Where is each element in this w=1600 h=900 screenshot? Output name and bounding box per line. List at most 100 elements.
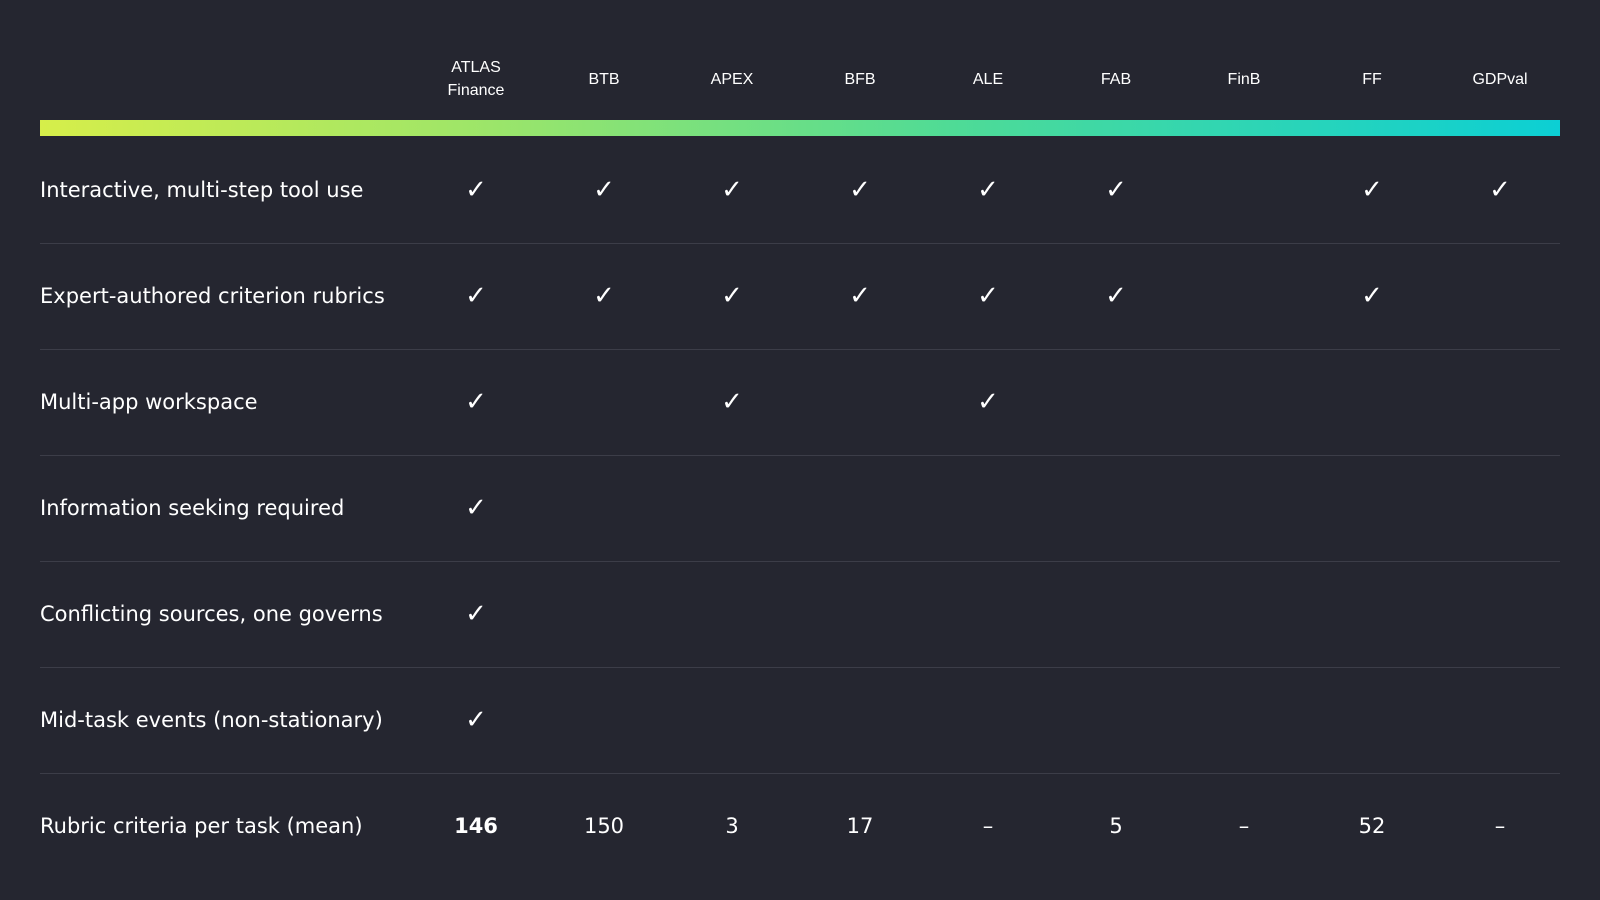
table-cell xyxy=(796,349,924,455)
checkmark-icon: ✓ xyxy=(977,281,999,311)
checkmark-icon: ✓ xyxy=(977,387,999,417)
table-cell xyxy=(1308,455,1436,561)
table-row: Mid-task events (non-stationary) ✓ xyxy=(40,667,1560,774)
table-cell xyxy=(1308,349,1436,455)
table-cell: ✓ xyxy=(1308,137,1436,243)
table-cell: ✓ xyxy=(412,349,540,455)
checkmark-icon: ✓ xyxy=(977,175,999,205)
table-row: Expert-authored criterion rubrics ✓ ✓ ✓ ✓ ✓ ✓ ✓ xyxy=(40,243,1560,350)
table-cell xyxy=(1436,349,1564,455)
checkmark-icon: ✓ xyxy=(465,281,487,311)
table-cell: ✓ xyxy=(1052,137,1180,243)
table-cell xyxy=(796,455,924,561)
table-cell xyxy=(1436,667,1564,773)
table-cell xyxy=(1052,455,1180,561)
table-cell xyxy=(1180,455,1308,561)
row-label: Interactive, multi-step tool use xyxy=(40,178,364,202)
table-cell xyxy=(540,349,668,455)
checkmark-icon: ✓ xyxy=(465,705,487,735)
table-row: Multi-app workspace ✓ ✓ ✓ xyxy=(40,349,1560,456)
checkmark-icon: ✓ xyxy=(1361,175,1383,205)
checkmark-icon: ✓ xyxy=(721,175,743,205)
table-cell xyxy=(1180,349,1308,455)
cell-value: – xyxy=(982,814,994,838)
checkmark-icon: ✓ xyxy=(1361,281,1383,311)
checkmark-icon: ✓ xyxy=(593,281,615,311)
cell-value: – xyxy=(1494,814,1506,838)
table-cell: ✓ xyxy=(924,349,1052,455)
table-cell xyxy=(668,667,796,773)
table-cell: ✓ xyxy=(412,667,540,773)
table-cell xyxy=(1180,243,1308,349)
table-cell xyxy=(1052,667,1180,773)
table-cell: ✓ xyxy=(412,455,540,561)
table-cell: ✓ xyxy=(1052,243,1180,349)
table-cell: ✓ xyxy=(412,243,540,349)
table-cell xyxy=(1436,455,1564,561)
row-label: Rubric criteria per task (mean) xyxy=(40,814,363,838)
column-header-gdpval: GDPval xyxy=(1472,70,1528,88)
table-cell: ✓ xyxy=(1308,243,1436,349)
column-header-finb: FinB xyxy=(1227,70,1261,88)
table-cell xyxy=(668,455,796,561)
table-cell xyxy=(796,561,924,667)
checkmark-icon: ✓ xyxy=(849,175,871,205)
table-cell: ✓ xyxy=(924,137,1052,243)
checkmark-icon: ✓ xyxy=(465,493,487,523)
row-label: Multi-app workspace xyxy=(40,390,258,414)
table-cell: ✓ xyxy=(412,561,540,667)
checkmark-icon: ✓ xyxy=(1489,175,1511,205)
cell-value: 5 xyxy=(1109,814,1123,838)
table-cell xyxy=(1308,667,1436,773)
table-cell xyxy=(540,561,668,667)
checkmark-icon: ✓ xyxy=(465,387,487,417)
row-label: Mid-task events (non-stationary) xyxy=(40,708,383,732)
table-row: Interactive, multi-step tool use ✓ ✓ ✓ ✓ ✓ ✓ ✓ ✓ xyxy=(40,137,1560,244)
comparison-table: ATLAS Finance BTB APEX BFB ALE FAB FinB … xyxy=(40,0,1560,900)
table-cell: ✓ xyxy=(1436,137,1564,243)
column-header-bfb: BFB xyxy=(844,70,876,88)
table-cell: – xyxy=(1436,773,1564,879)
table-cell xyxy=(540,455,668,561)
cell-value: 17 xyxy=(846,814,874,838)
cell-value: 3 xyxy=(725,814,739,838)
table-cell xyxy=(1308,561,1436,667)
column-header-ff: FF xyxy=(1362,70,1382,88)
table-cell: 52 xyxy=(1308,773,1436,879)
table-cell: ✓ xyxy=(412,137,540,243)
table-row: Information seeking required ✓ xyxy=(40,455,1560,562)
row-label: Expert-authored criterion rubrics xyxy=(40,284,385,308)
column-header-fab: FAB xyxy=(1100,70,1132,88)
row-label: Conflicting sources, one governs xyxy=(40,602,383,626)
table-cell: 17 xyxy=(796,773,924,879)
table-cell: ✓ xyxy=(796,243,924,349)
cell-value: 52 xyxy=(1358,814,1386,838)
table-cell: ✓ xyxy=(796,137,924,243)
table-row: Conflicting sources, one governs ✓ xyxy=(40,561,1560,668)
table-cell: 5 xyxy=(1052,773,1180,879)
row-label: Information seeking required xyxy=(40,496,345,520)
table-cell xyxy=(924,561,1052,667)
table-cell: ✓ xyxy=(668,137,796,243)
table-cell: ✓ xyxy=(668,243,796,349)
table-cell xyxy=(924,667,1052,773)
table-cell: ✓ xyxy=(540,243,668,349)
cell-value: – xyxy=(1238,814,1250,838)
checkmark-icon: ✓ xyxy=(1105,175,1127,205)
checkmark-icon: ✓ xyxy=(465,599,487,629)
table-cell xyxy=(1052,349,1180,455)
column-header-row: ATLAS Finance BTB APEX BFB ALE FAB FinB … xyxy=(40,52,1560,106)
table-cell: 3 xyxy=(668,773,796,879)
table-cell: 150 xyxy=(540,773,668,879)
table-cell xyxy=(668,561,796,667)
column-header-btb: BTB xyxy=(588,70,620,88)
checkmark-icon: ✓ xyxy=(721,281,743,311)
table-cell xyxy=(924,455,1052,561)
table-cell xyxy=(1436,561,1564,667)
table-row: Rubric criteria per task (mean) 146 150 3 17… xyxy=(40,773,1560,879)
table-cell xyxy=(540,667,668,773)
table-cell xyxy=(1180,667,1308,773)
table-cell: ✓ xyxy=(540,137,668,243)
table-cell: 146 xyxy=(412,773,540,879)
gradient-divider xyxy=(40,120,1560,136)
